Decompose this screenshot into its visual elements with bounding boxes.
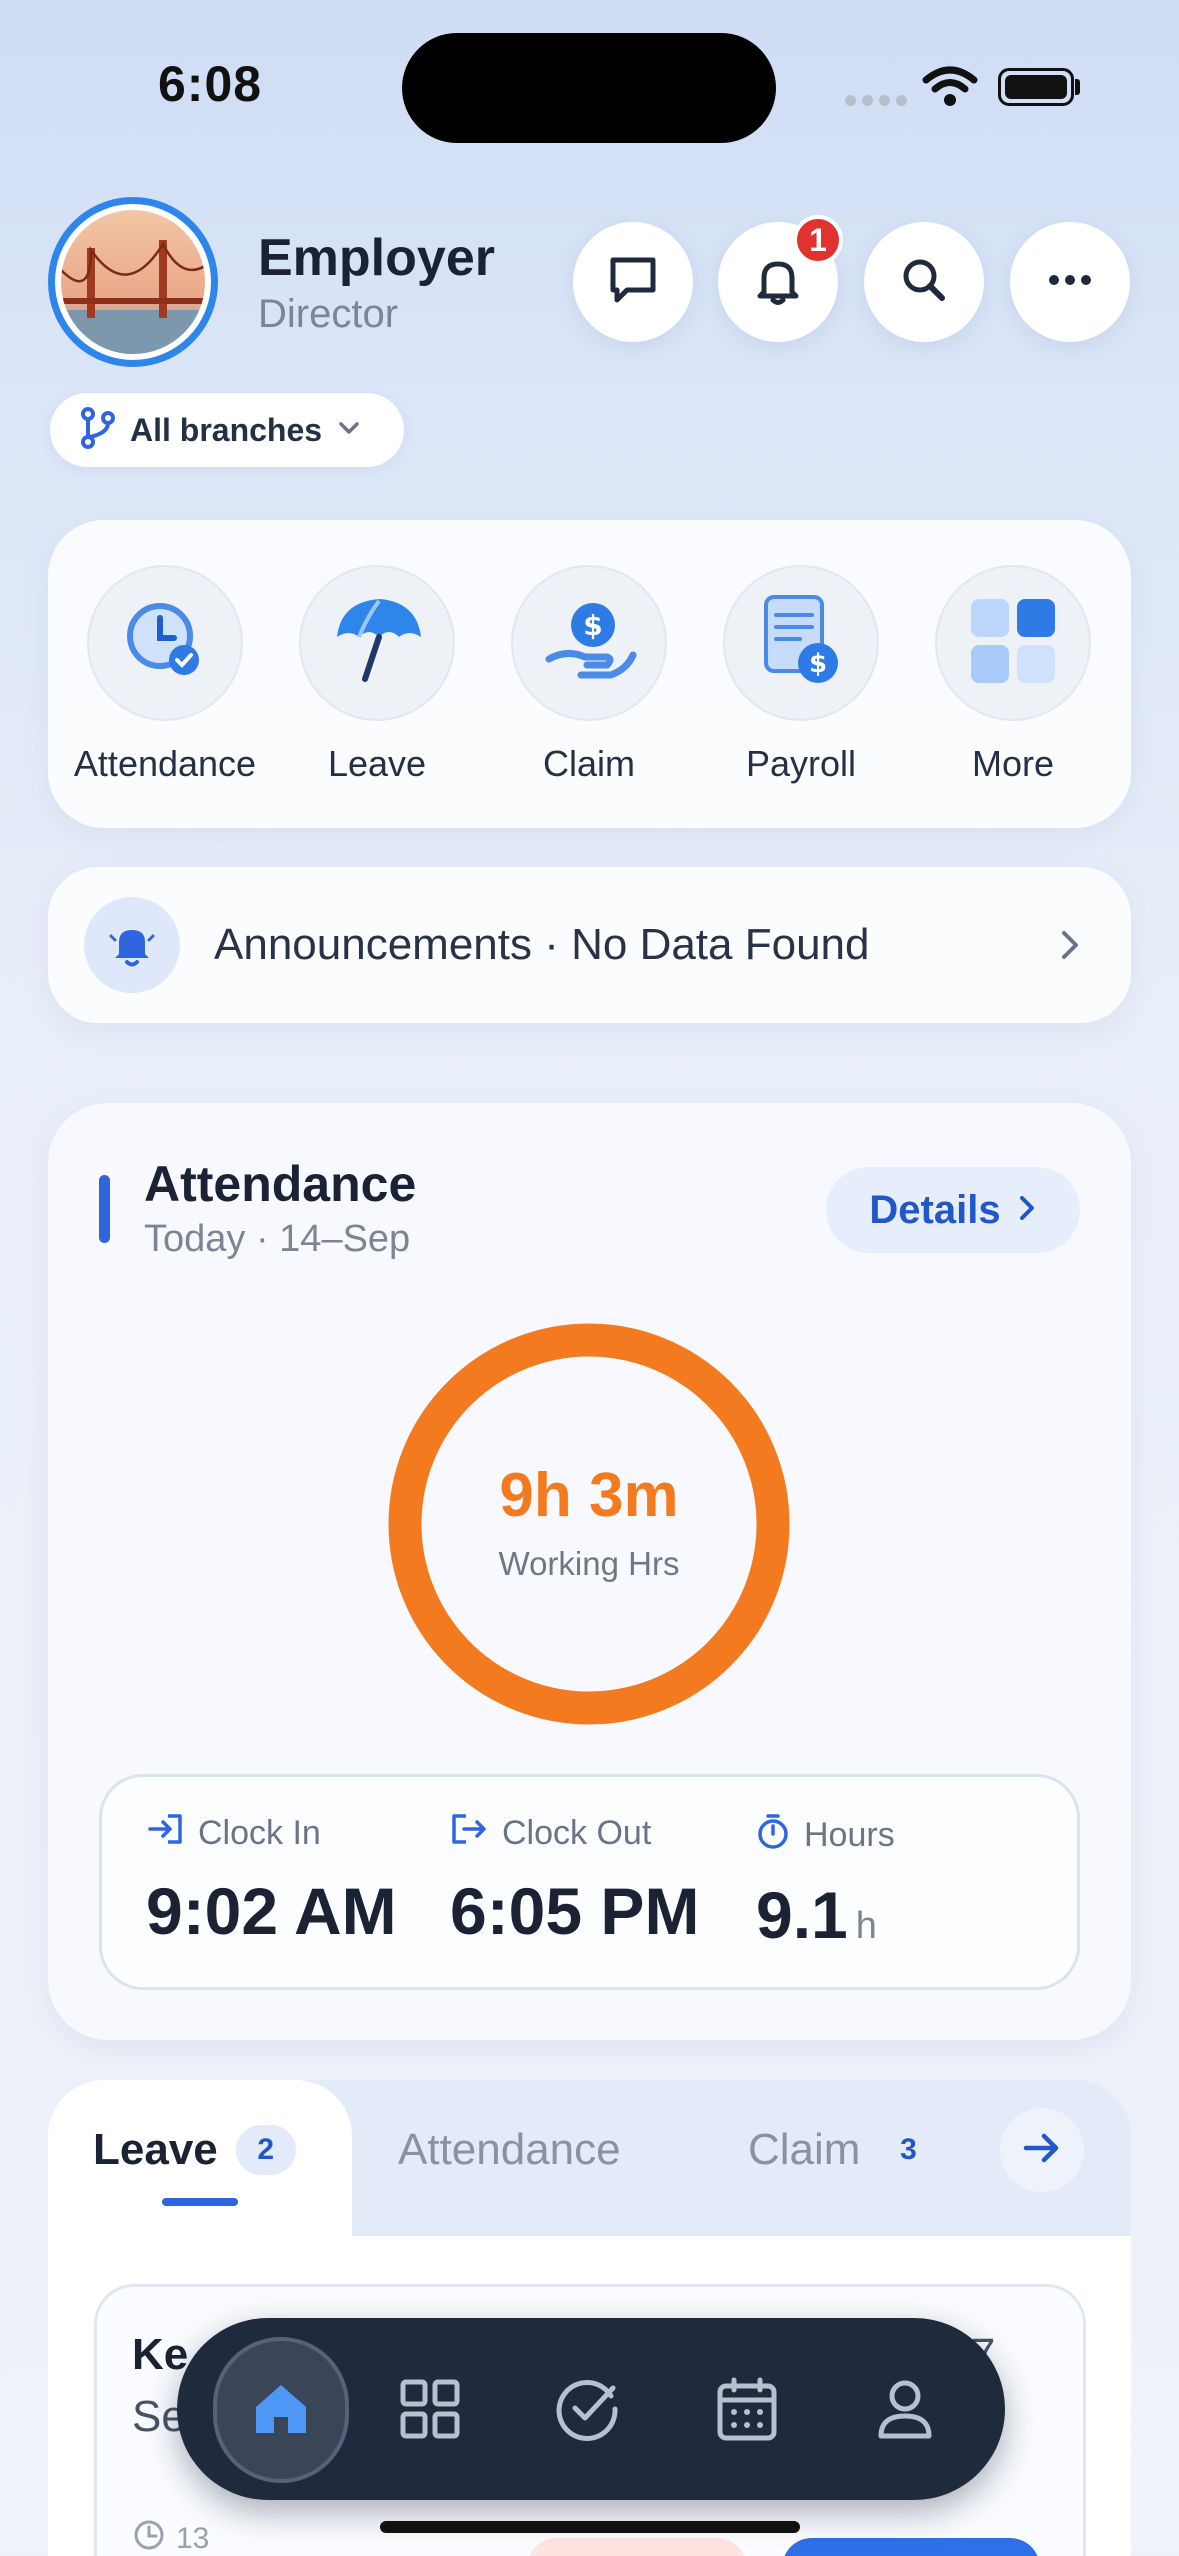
messages-button[interactable]: [573, 222, 693, 342]
dynamic-island: [402, 33, 776, 143]
nav-profile-button[interactable]: [872, 2378, 938, 2444]
quick-action-label: Leave: [327, 743, 427, 784]
clock-out-block: Clock Out 6:05 PM: [450, 1812, 699, 1949]
hours-label: Hours: [804, 1816, 895, 1854]
clock-check-icon: [122, 598, 208, 689]
clock-in-value: 9:02 AM: [146, 1874, 397, 1948]
details-button[interactable]: Details: [826, 1167, 1080, 1253]
list-item-meta: 13: [132, 2518, 209, 2556]
chevron-down-icon: [336, 419, 362, 442]
ellipsis-icon: [1042, 270, 1098, 295]
quick-action-label: More: [971, 743, 1055, 784]
approve-button[interactable]: [782, 2538, 1040, 2556]
home-icon: [250, 2379, 312, 2442]
quick-action-attendance[interactable]: Attendance: [60, 565, 270, 785]
battery-tip: [1075, 79, 1080, 95]
chevron-right-icon: [1057, 925, 1083, 970]
more-options-button[interactable]: [1010, 222, 1130, 342]
document-dollar-icon: $: [756, 591, 846, 696]
quick-actions-card: Attendance Leave $ Claim $ Payroll More: [48, 520, 1131, 828]
user-icon: [875, 2378, 935, 2445]
section-accent-bar: [99, 1175, 110, 1243]
clock-out-value: 6:05 PM: [450, 1874, 700, 1948]
tab-claim[interactable]: Claim 3: [748, 2125, 938, 2175]
quick-action-label: Claim: [542, 743, 635, 784]
megaphone-icon: [84, 897, 180, 993]
clock-in-icon: [146, 1812, 184, 1855]
status-time: 6:08: [158, 56, 263, 112]
tab-leave[interactable]: Leave 2: [93, 2125, 296, 2175]
hours-block: Hours 9.1 h: [756, 1812, 895, 1953]
chevron-right-icon: [1017, 1192, 1037, 1229]
reject-button[interactable]: [527, 2538, 747, 2556]
wifi-icon: [922, 66, 978, 113]
tabs-next-button[interactable]: [1000, 2108, 1084, 2192]
search-icon: [896, 252, 952, 313]
tab-count-badge: 3: [900, 2133, 917, 2166]
tab-count-badge: 2: [235, 2125, 296, 2175]
hand-dollar-icon: $: [541, 593, 637, 694]
nav-home-button[interactable]: [213, 2337, 349, 2483]
battery-icon: [998, 68, 1074, 106]
cellular-signal-icon: [845, 95, 907, 106]
active-tab-indicator: [162, 2198, 238, 2206]
clock-icon: [132, 2518, 166, 2556]
nav-apps-button[interactable]: [397, 2378, 463, 2444]
quick-action-label: Payroll: [745, 743, 857, 784]
stopwatch-icon: [756, 1812, 790, 1859]
quick-action-payroll[interactable]: $ Payroll: [696, 565, 906, 785]
avatar[interactable]: [48, 197, 218, 367]
notification-badge: 1: [793, 215, 843, 265]
clock-in-label: Clock In: [198, 1814, 321, 1852]
svg-text:$: $: [583, 609, 602, 642]
announcements-text: Announcements · No Data Found: [214, 920, 870, 969]
quick-action-label: Attendance: [73, 743, 257, 784]
clock-in-block: Clock In 9:02 AM: [146, 1812, 397, 1949]
search-button[interactable]: [864, 222, 984, 342]
branch-label: All branches: [130, 411, 323, 448]
hours-value: 9.1 h: [756, 1878, 877, 1952]
svg-text:$: $: [809, 649, 827, 679]
user-name: Employer: [258, 229, 495, 287]
working-hours-label: Working Hrs: [498, 1545, 680, 1582]
announcements-card[interactable]: Announcements · No Data Found: [48, 867, 1131, 1023]
list-item-name: Ke: [132, 2330, 189, 2379]
grid-tiles-icon: [965, 593, 1061, 694]
bell-icon: [750, 252, 806, 313]
user-role: Director: [258, 292, 399, 336]
details-label: Details: [869, 1187, 1001, 1232]
umbrella-icon: [327, 591, 427, 696]
clock-out-label: Clock Out: [502, 1814, 652, 1852]
attendance-date: Today · 14–Sep: [144, 1218, 411, 1260]
nav-calendar-button[interactable]: [714, 2376, 780, 2447]
chat-icon: [605, 252, 661, 313]
check-circle-icon: [555, 2376, 621, 2447]
branch-selector[interactable]: All branches: [50, 393, 404, 467]
quick-action-more[interactable]: More: [908, 565, 1118, 785]
quick-action-leave[interactable]: Leave: [272, 565, 482, 785]
branch-icon: [80, 406, 116, 454]
arrow-right-icon: [1022, 2130, 1062, 2171]
working-hours-value: 9h 3m: [499, 1461, 679, 1530]
nav-tasks-button[interactable]: [555, 2378, 621, 2444]
tab-attendance[interactable]: Attendance: [398, 2125, 621, 2175]
attendance-title: Attendance: [144, 1156, 417, 1212]
quick-action-claim[interactable]: $ Claim: [484, 565, 694, 785]
calendar-icon: [716, 2376, 778, 2447]
home-indicator: [380, 2521, 800, 2533]
clock-out-icon: [450, 1812, 488, 1855]
hours-unit: h: [855, 1905, 877, 1947]
grid-icon: [399, 2378, 461, 2445]
